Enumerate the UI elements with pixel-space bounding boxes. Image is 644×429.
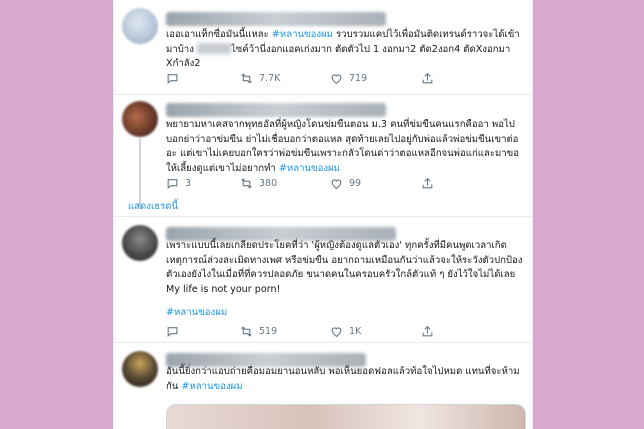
like-button[interactable]: 719	[330, 72, 367, 85]
reply-icon	[167, 74, 178, 84]
like-count: 99	[349, 178, 362, 189]
tweet-text: พยายามหาเคสจากพุทธอัลที่ผู้หญิงโดนข่มขืน…	[166, 118, 524, 176]
tweet-media[interactable]	[166, 404, 526, 429]
reply-icon	[167, 327, 178, 337]
tweet-text: เพราะแบบนี้เลยเกลียดประโยคที่ว่า 'ผู้หญิ…	[166, 239, 524, 297]
reply-icon	[167, 179, 178, 189]
retweet-count: 380	[259, 178, 278, 189]
tweet-actions: 7.7K 719	[166, 72, 466, 86]
reply-count: 3	[185, 178, 192, 189]
share-icon	[422, 177, 433, 189]
like-icon	[331, 327, 342, 338]
author-name[interactable]	[166, 103, 386, 117]
share-button[interactable]	[421, 177, 434, 190]
avatar[interactable]	[122, 225, 158, 261]
tweet-text-part: พยายามหาเคสจากพุทธอัลที่ผู้หญิงโดนข่มขืน…	[166, 119, 520, 174]
hashtag-link[interactable]: #หลานของผม	[272, 29, 333, 40]
hashtag-link[interactable]: #หลานของผม	[166, 305, 227, 320]
avatar[interactable]	[122, 101, 158, 137]
reply-button[interactable]	[166, 325, 185, 338]
timeline: เออเอาแท็กซื่อมันนี้แหละ #หลานของผม รวบร…	[113, 0, 533, 429]
tweet-text: อันนี้ยิ่งกว่าแอบถ่ายคือมอมยานอนหลับ พอเ…	[166, 365, 524, 394]
share-icon	[422, 325, 433, 337]
reply-button[interactable]: 3	[166, 177, 191, 190]
tweet[interactable]: เออเอาแท็กซื่อมันนี้แหละ #หลานของผม รวบร…	[114, 0, 532, 96]
retweet-button[interactable]: 380	[240, 177, 277, 190]
hashtag-link[interactable]: #หลานของผม	[181, 381, 242, 392]
like-icon	[331, 179, 342, 190]
tweet[interactable]: พยายามหาเคสจากพุทธอัลที่ผู้หญิงโดนข่มขืน…	[114, 95, 532, 215]
tweet-actions: 3 380 99	[166, 177, 466, 191]
retweet-icon	[241, 73, 252, 84]
tweet-text: เออเอาแท็กซื่อมันนี้แหละ #หลานของผม รวบร…	[166, 28, 524, 72]
reply-button[interactable]	[166, 72, 185, 85]
show-thread-link[interactable]: แสดงเธรดนี้	[128, 199, 178, 214]
like-icon	[331, 74, 342, 85]
redacted-text	[196, 43, 231, 54]
share-button[interactable]	[421, 72, 434, 85]
author-name[interactable]	[166, 12, 386, 26]
share-button[interactable]	[421, 325, 434, 338]
retweet-icon	[241, 326, 252, 337]
avatar[interactable]	[122, 351, 158, 387]
like-count: 1K	[349, 326, 362, 337]
share-icon	[422, 72, 433, 84]
retweet-count: 519	[259, 326, 278, 337]
like-button[interactable]: 99	[330, 177, 361, 190]
retweet-count: 7.7K	[259, 73, 281, 84]
retweet-icon	[241, 178, 252, 189]
like-button[interactable]: 1K	[330, 325, 361, 338]
tweet[interactable]: เพราะแบบนี้เลยเกลียดประโยคที่ว่า 'ผู้หญิ…	[114, 217, 532, 341]
tweet-text-part: เพราะแบบนี้เลยเกลียดประโยคที่ว่า 'ผู้หญิ…	[166, 240, 523, 295]
like-count: 719	[349, 73, 368, 84]
retweet-button[interactable]: 7.7K	[240, 72, 280, 85]
tweet-text-part: เออเอาแท็กซื่อมันนี้แหละ	[166, 29, 272, 40]
tweet-actions: 519 1K	[166, 325, 466, 339]
avatar[interactable]	[122, 8, 158, 44]
retweet-button[interactable]: 519	[240, 325, 277, 338]
hashtag-link[interactable]: #หลานของผม	[279, 163, 340, 174]
